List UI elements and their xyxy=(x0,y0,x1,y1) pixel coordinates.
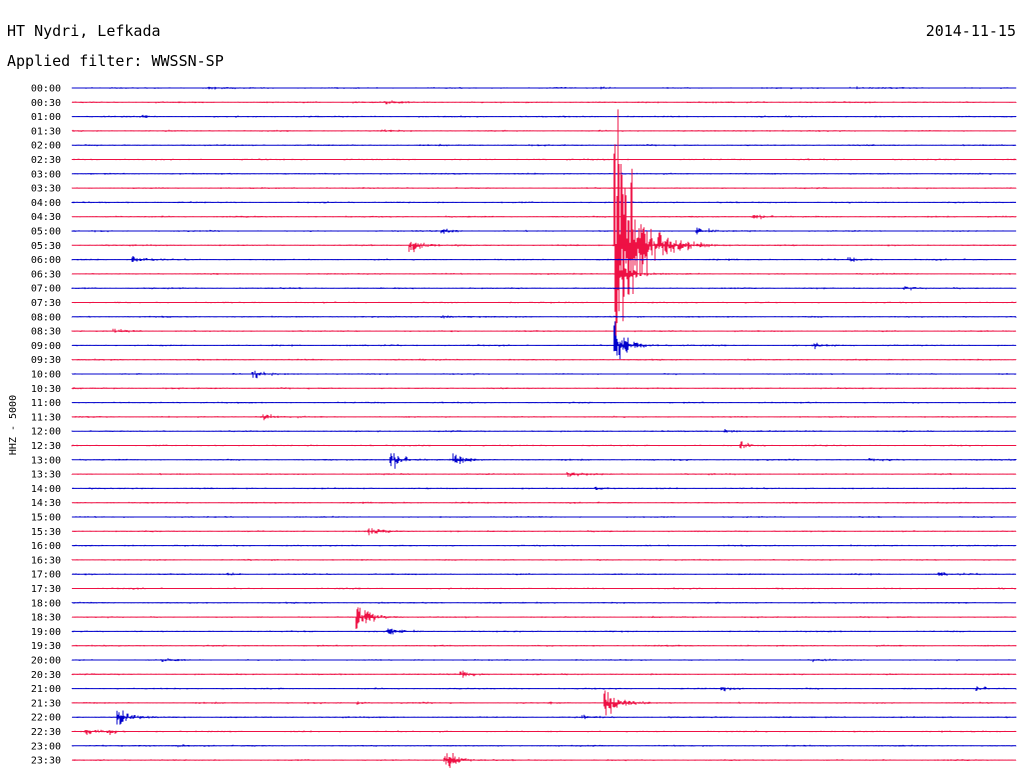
time-tick-label: 20:30 xyxy=(31,670,61,681)
time-tick-label: 10:30 xyxy=(31,384,61,395)
trace-row xyxy=(71,109,1017,341)
trace-row xyxy=(71,256,1017,262)
station-title: HT Nydri, Lefkada xyxy=(7,22,161,40)
trace-row xyxy=(71,441,1017,449)
time-tick-label: 17:00 xyxy=(31,570,61,581)
channel-axis-label: HHZ - 5000 xyxy=(8,395,19,455)
time-tick-label: 13:30 xyxy=(31,470,61,481)
time-tick-label: 07:00 xyxy=(31,284,61,295)
trace-row xyxy=(71,729,1017,735)
time-tick-label: 21:00 xyxy=(31,684,61,695)
time-tick-label: 20:00 xyxy=(31,656,61,667)
time-tick-label: 02:00 xyxy=(31,141,61,152)
time-tick-label: 08:30 xyxy=(31,327,61,338)
time-tick-label: 23:30 xyxy=(31,756,61,767)
time-tick-label: 12:00 xyxy=(31,427,61,438)
time-tick-label: 16:00 xyxy=(31,541,61,552)
seismogram-traces xyxy=(71,86,1017,768)
time-tick-label: 03:00 xyxy=(31,169,61,180)
trace-row xyxy=(71,607,1017,629)
trace-row xyxy=(71,268,1017,287)
time-tick-label: 13:00 xyxy=(31,455,61,466)
time-tick-label: 17:30 xyxy=(31,584,61,595)
time-tick-label: 15:30 xyxy=(31,527,61,538)
time-tick-label: 19:30 xyxy=(31,641,61,652)
time-tick-label: 00:00 xyxy=(31,84,61,95)
time-tick-label: 05:00 xyxy=(31,227,61,238)
time-tick-label: 12:30 xyxy=(31,441,61,452)
time-tick-label: 00:30 xyxy=(31,98,61,109)
time-tick-label: 19:00 xyxy=(31,627,61,638)
time-tick-label: 04:00 xyxy=(31,198,61,209)
time-tick-label: 01:30 xyxy=(31,126,61,137)
time-tick-label: 14:00 xyxy=(31,484,61,495)
helicorder-page: HT Nydri, Lefkada 2014-11-15 Applied fil… xyxy=(0,0,1024,780)
time-tick-label: 02:30 xyxy=(31,155,61,166)
time-tick-labels: 00:00 00:30 01:00 01:30 02:00 02:30 03:00 03:30… xyxy=(31,84,61,767)
time-tick-label: 14:30 xyxy=(31,498,61,509)
time-tick-label: 07:30 xyxy=(31,298,61,309)
time-tick-label: 06:00 xyxy=(31,255,61,266)
time-tick-label: 23:00 xyxy=(31,741,61,752)
trace-row xyxy=(71,453,1017,469)
time-tick-label: 16:30 xyxy=(31,555,61,566)
time-tick-label: 05:30 xyxy=(31,241,61,252)
record-date: 2014-11-15 xyxy=(926,22,1016,40)
time-tick-label: 18:00 xyxy=(31,598,61,609)
time-tick-label: 15:00 xyxy=(31,513,61,524)
time-tick-label: 10:00 xyxy=(31,370,61,381)
time-tick-label: 11:30 xyxy=(31,412,61,423)
time-tick-label: 06:30 xyxy=(31,269,61,280)
time-tick-label: 18:30 xyxy=(31,613,61,624)
time-tick-label: 21:30 xyxy=(31,698,61,709)
time-tick-label: 09:00 xyxy=(31,341,61,352)
time-tick-label: 01:00 xyxy=(31,112,61,123)
time-tick-label: 04:30 xyxy=(31,212,61,223)
trace-row xyxy=(71,321,1017,360)
time-tick-label: 09:30 xyxy=(31,355,61,366)
time-tick-label: 08:00 xyxy=(31,312,61,323)
time-tick-label: 03:30 xyxy=(31,184,61,195)
time-tick-label: 11:00 xyxy=(31,398,61,409)
time-tick-label: 22:30 xyxy=(31,727,61,738)
helicorder-chart: HT Nydri, Lefkada 2014-11-15 Applied fil… xyxy=(7,22,1017,768)
time-tick-label: 22:00 xyxy=(31,713,61,724)
filter-label: Applied filter: WWSSN-SP xyxy=(7,52,224,70)
